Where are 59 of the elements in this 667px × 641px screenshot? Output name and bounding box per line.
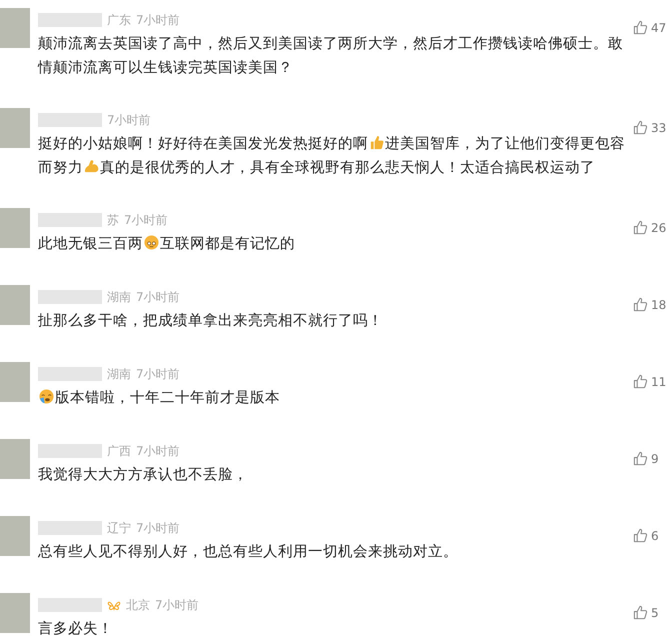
comment-text: 此地无银三百两 互联网都是有记忆的 [38, 234, 296, 254]
blurred-name [38, 290, 102, 304]
time-text: 7小时前 [155, 596, 199, 614]
time-text: 7小时前 [136, 520, 180, 536]
location-text: 湖南 [107, 288, 131, 306]
blurred-name [38, 213, 102, 227]
like-count: 33 [651, 120, 667, 134]
avatar-placeholder [0, 285, 30, 325]
comment-text: 言多必失！ [38, 620, 114, 639]
like-count: 18 [651, 298, 667, 312]
location-text: 辽宁 [107, 520, 131, 536]
location-text: 广西 [107, 442, 131, 460]
blurred-name [38, 598, 102, 612]
like-icon[interactable] [633, 20, 648, 35]
like-count: 5 [651, 606, 660, 620]
comment-text: 扯那么多干啥，把成绩单拿出来亮亮相不就行了吗！ [38, 312, 384, 331]
face-emoji-icon [144, 235, 159, 250]
blurred-name [38, 444, 102, 458]
avatar-placeholder [0, 516, 30, 556]
location-text: 广东 [107, 12, 131, 28]
location-text: 苏 [107, 212, 119, 228]
like-icon[interactable] [633, 605, 648, 620]
comment-text: 版本错啦，十年二十年前才是版本 [38, 386, 667, 410]
comment-text: 我觉得大大方方承认也不丢脸， [38, 466, 249, 485]
avatar-placeholder [0, 8, 30, 48]
time-text: 7小时前 [136, 366, 180, 382]
crying-face-emoji-icon [39, 389, 54, 404]
blurred-name [38, 521, 102, 535]
blurred-name [38, 113, 102, 127]
time-text: 7小时前 [124, 212, 168, 228]
like-count: 26 [651, 220, 667, 234]
time-text: 7小时前 [107, 112, 151, 128]
like-icon[interactable] [633, 374, 648, 389]
comment-text: 挺好的小姑娘啊！好好待在美国发光发热挺好的啊 进美国智库，为了让他们变得更包容而努力 真的是很优秀的人才，具有全球视野有那么悲天悯人！太适合搞民权运动了 [38, 134, 626, 178]
avatar-placeholder [0, 208, 30, 248]
location-text: 湖南 [107, 366, 131, 382]
time-text: 7小时前 [136, 12, 180, 28]
thumbs-up-emoji-icon [369, 135, 384, 150]
like-count: 9 [651, 452, 660, 466]
blurred-name [38, 13, 102, 27]
like-count: 6 [651, 528, 660, 542]
comment-text: 颠沛流离去英国读了高中，然后又到美国读了两所大学，然后才工作攒钱读哈佛硕士。敢情颠沛流离可以生钱读完英国读美国？ [38, 34, 624, 78]
location-text: 北京 [126, 596, 150, 614]
flexed-arm-emoji-icon [84, 159, 99, 174]
time-text: 7小时前 [136, 288, 180, 306]
avatar-placeholder [0, 362, 30, 402]
like-icon[interactable] [633, 297, 648, 312]
like-count: 11 [651, 374, 667, 388]
like-icon[interactable] [633, 528, 648, 543]
avatar-placeholder [0, 439, 30, 479]
blurred-name [38, 367, 102, 381]
avatar-placeholder [0, 108, 30, 148]
like-icon[interactable] [633, 220, 648, 235]
avatar-placeholder [0, 593, 30, 633]
like-icon[interactable] [633, 451, 648, 466]
time-text: 7小时前 [136, 442, 180, 460]
like-count: 47 [651, 20, 667, 34]
like-icon[interactable] [633, 120, 648, 135]
comment-text: 总有些人见不得别人好，也总有些人利用一切机会来挑动对立。 [38, 542, 459, 562]
